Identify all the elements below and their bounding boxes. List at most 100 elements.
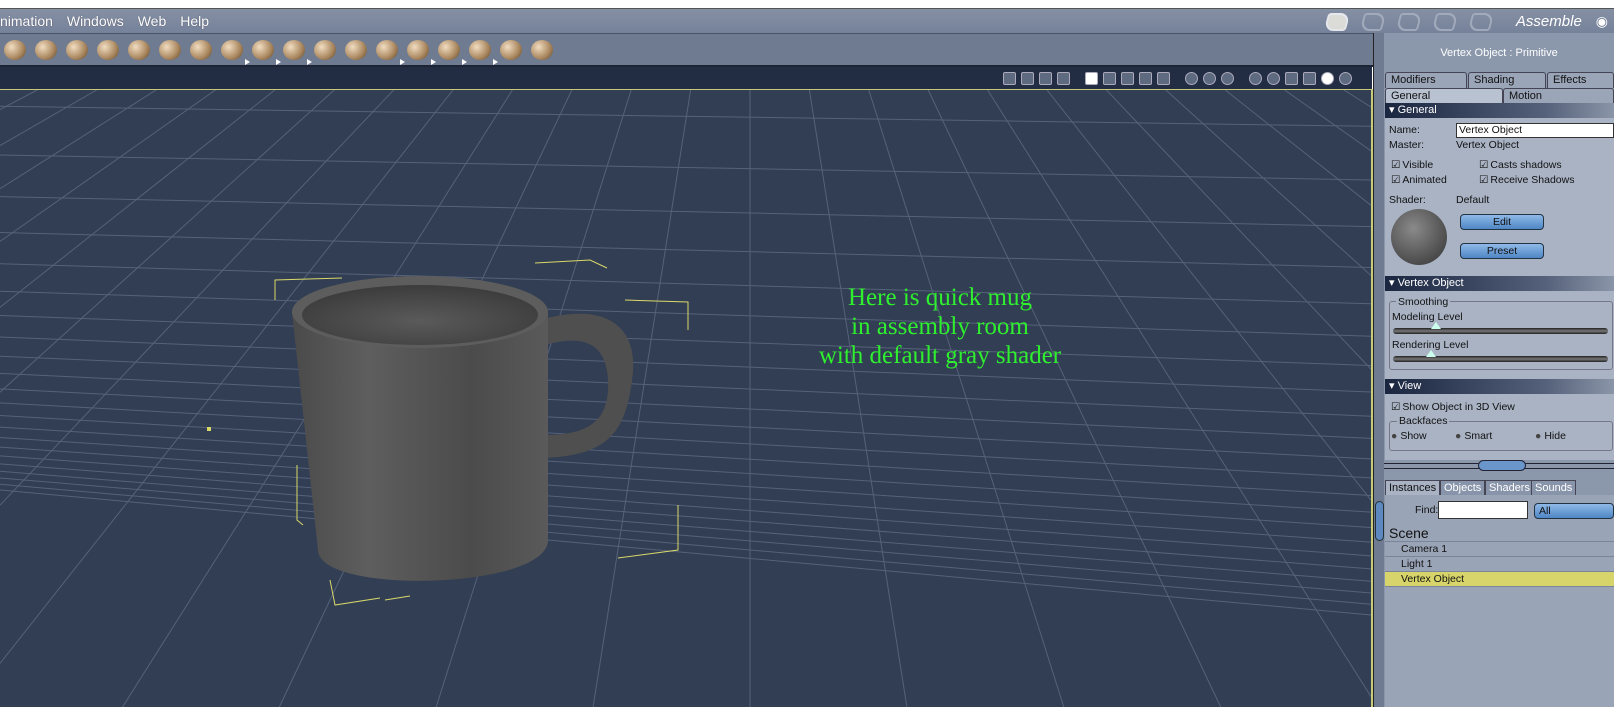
four-view-icon[interactable]: [1121, 71, 1134, 85]
show-object-checkbox[interactable]: Show Object in 3D View: [1391, 401, 1514, 413]
object-toolbar: [0, 33, 1375, 67]
edit-button[interactable]: Edit: [1460, 214, 1544, 230]
shader-value: Default: [1456, 194, 1490, 206]
tab-modifiers[interactable]: Modifiers: [1385, 72, 1467, 88]
layout-icon[interactable]: [1021, 71, 1034, 85]
bowl-icon[interactable]: [345, 39, 367, 60]
cloth-room-icon[interactable]: [1467, 12, 1495, 31]
silhouette-icon[interactable]: [1249, 71, 1262, 85]
terrain-icon[interactable]: [159, 39, 181, 60]
fire-icon[interactable]: [252, 39, 281, 65]
tab-shaders[interactable]: Shaders: [1485, 480, 1534, 495]
camera-controls-icon[interactable]: [1003, 71, 1016, 85]
3d-viewport[interactable]: Here is quick mug in assembly room with …: [0, 89, 1373, 707]
find-input[interactable]: [1438, 501, 1528, 519]
cloud-icon[interactable]: [221, 39, 250, 65]
rocks-icon[interactable]: [283, 39, 312, 65]
tab-shading[interactable]: Shading: [1468, 72, 1546, 88]
list-item[interactable]: Camera 1: [1385, 542, 1614, 557]
menu-web[interactable]: Web: [138, 13, 167, 29]
list-item-selected[interactable]: Vertex Object: [1385, 572, 1614, 587]
box-display-icon[interactable]: [1267, 71, 1280, 85]
cube-display-icon[interactable]: [1285, 71, 1298, 85]
shader-preview: [1391, 209, 1447, 265]
group-icon[interactable]: [469, 39, 498, 65]
slider-thumb[interactable]: [1426, 350, 1436, 357]
panel-divider: [1373, 33, 1384, 707]
text-icon[interactable]: [97, 39, 119, 60]
tab-effects[interactable]: Effects: [1547, 72, 1614, 88]
visible-checkbox[interactable]: Visible: [1391, 159, 1433, 171]
menu-windows[interactable]: Windows: [67, 13, 124, 29]
pose-hand-icon[interactable]: [1323, 12, 1351, 31]
wireframe-icon[interactable]: [1185, 71, 1198, 85]
backfaces-smart-radio[interactable]: Smart: [1455, 430, 1492, 442]
name-input[interactable]: Vertex Object: [1456, 123, 1614, 138]
mug-model[interactable]: [0, 90, 1371, 707]
tab-sounds[interactable]: Sounds: [1531, 480, 1577, 495]
light-icon[interactable]: [407, 39, 436, 65]
textured-icon[interactable]: [1339, 71, 1352, 85]
fit-view-icon[interactable]: [1057, 71, 1070, 85]
modeling-level-slider[interactable]: [1393, 322, 1608, 334]
animated-checkbox[interactable]: Animated: [1391, 174, 1446, 186]
vertex-object-header[interactable]: ▾ Vertex Object: [1385, 276, 1614, 291]
backfaces-show-radio[interactable]: Show: [1391, 430, 1426, 442]
preset-button[interactable]: Preset: [1460, 243, 1544, 259]
three-view-icon[interactable]: [1157, 71, 1170, 85]
view-header[interactable]: ▾ View: [1385, 379, 1614, 394]
tab-objects[interactable]: Objects: [1440, 480, 1486, 495]
menu-bar: nimation Windows Web Help Assemble ◉: [0, 8, 1614, 33]
list-item[interactable]: Light 1: [1385, 557, 1614, 572]
slider-thumb[interactable]: [1431, 322, 1441, 329]
torus-icon[interactable]: [66, 39, 88, 60]
tree-icon[interactable]: [190, 39, 212, 60]
casts-shadows-checkbox[interactable]: Casts shadows: [1479, 159, 1561, 171]
properties-panel: Vertex Object : Primitive Modifiers Shad…: [1384, 33, 1614, 707]
master-label: Master:: [1389, 139, 1425, 151]
name-label: Name:: [1389, 124, 1420, 136]
tab-instances[interactable]: Instances: [1385, 480, 1441, 495]
particles-icon[interactable]: [128, 39, 150, 60]
hair-room-icon[interactable]: [1431, 12, 1459, 31]
hidden-line-icon[interactable]: [1203, 71, 1216, 85]
view-header-label: View: [1397, 380, 1422, 392]
receive-shadows-checkbox[interactable]: Receive Shadows: [1479, 174, 1574, 186]
smoothing-label: Smoothing: [1396, 296, 1451, 308]
annotation-line: Here is quick mug: [848, 284, 1032, 311]
menu-animation[interactable]: nimation: [0, 13, 53, 29]
annotation-text: Here is quick mug in assembly room with …: [770, 283, 1110, 370]
scene-header: Scene: [1385, 525, 1614, 542]
flat-shaded-icon[interactable]: [1303, 71, 1316, 85]
two-view-horizontal-icon[interactable]: [1103, 71, 1116, 85]
shader-label: Shader:: [1389, 194, 1426, 206]
origin-marker: [207, 427, 211, 431]
plant-icon[interactable]: [314, 39, 336, 60]
camera-icon[interactable]: [438, 39, 467, 65]
menu-help[interactable]: Help: [180, 13, 209, 29]
bone-icon[interactable]: [531, 39, 553, 60]
general-header[interactable]: ▾ General: [1385, 103, 1614, 118]
material-room-icon[interactable]: [1395, 12, 1423, 31]
figure-icon[interactable]: [1039, 71, 1052, 85]
four-view-alt-icon[interactable]: [1139, 71, 1152, 85]
single-view-icon[interactable]: [1085, 71, 1098, 85]
splitter-handle[interactable]: [1478, 460, 1526, 471]
outline-icon[interactable]: [1221, 71, 1234, 85]
bone-link-icon[interactable]: [35, 39, 57, 60]
tab-motion[interactable]: Motion: [1503, 88, 1614, 104]
rendering-level-slider[interactable]: [1393, 350, 1608, 362]
backfaces-label: Backfaces: [1397, 415, 1450, 427]
metaball-icon[interactable]: [376, 39, 405, 65]
smooth-shaded-icon[interactable]: [1321, 71, 1334, 85]
target-icon[interactable]: [500, 39, 522, 60]
sphere-primitive-icon[interactable]: [4, 39, 26, 60]
general-section: ▾ General Name: Vertex Object Master: Ve…: [1385, 103, 1614, 460]
eye-icon[interactable]: ◉: [1596, 13, 1608, 30]
vertex-object-header-label: Vertex Object: [1397, 277, 1464, 289]
filter-dropdown[interactable]: All: [1534, 503, 1614, 519]
tab-general[interactable]: General: [1385, 88, 1503, 104]
backfaces-hide-radio[interactable]: Hide: [1535, 430, 1566, 442]
face-room-icon[interactable]: [1359, 12, 1387, 31]
collapse-panel-handle[interactable]: [1375, 501, 1384, 541]
